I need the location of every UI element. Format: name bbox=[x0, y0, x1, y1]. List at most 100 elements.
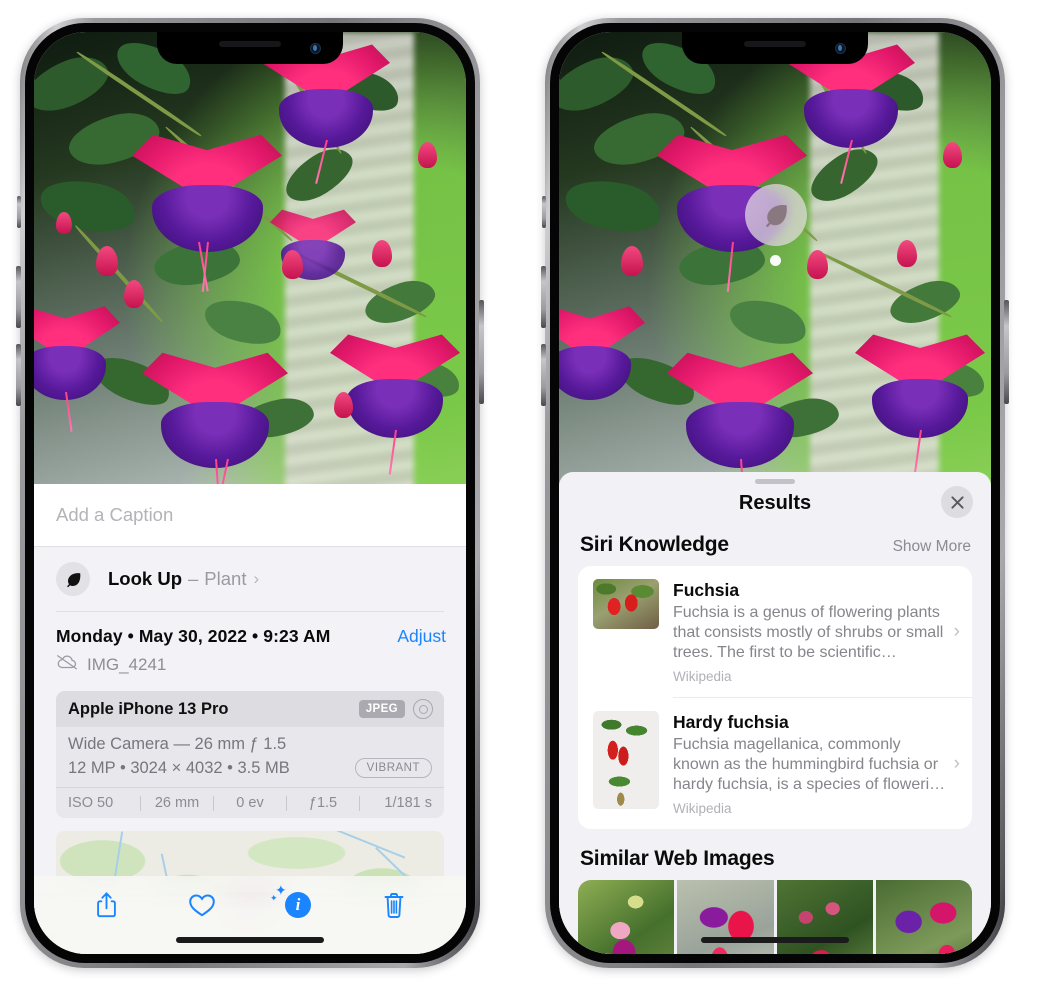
flower-bud bbox=[124, 280, 144, 308]
favorite-button[interactable] bbox=[177, 882, 227, 928]
knowledge-item-fuchsia[interactable]: Fuchsia Fuchsia is a genus of flowering … bbox=[578, 566, 972, 697]
siri-knowledge-title: Siri Knowledge bbox=[580, 533, 729, 556]
leaf-icon bbox=[56, 562, 90, 596]
adjust-button[interactable]: Adjust bbox=[397, 626, 446, 647]
volume-up-button[interactable] bbox=[541, 266, 546, 328]
screen-left: Add a Caption ✦ ✦ Look Up – Plant bbox=[34, 32, 466, 954]
flower-bud bbox=[372, 240, 392, 267]
knowledge-item-title: Hardy fuchsia bbox=[673, 712, 789, 732]
share-button[interactable] bbox=[81, 882, 131, 928]
siri-knowledge-header: Siri Knowledge Show More bbox=[559, 527, 991, 566]
exif-aperture: ƒ1.5 bbox=[308, 795, 338, 811]
flower-bud bbox=[56, 212, 72, 234]
mute-switch[interactable] bbox=[17, 196, 21, 228]
look-up-row[interactable]: ✦ ✦ Look Up – Plant › bbox=[34, 540, 466, 611]
chevron-right-icon: › bbox=[953, 752, 960, 774]
corolla bbox=[34, 346, 106, 400]
exif-card[interactable]: Apple iPhone 13 Pro JPEG Wide Camera — 2… bbox=[56, 691, 444, 818]
info-button[interactable]: ✦ ✦ i bbox=[270, 882, 323, 928]
flower-bud bbox=[96, 246, 118, 276]
image-specs: 12 MP • 3024 × 4032 • 3.5 MB bbox=[68, 758, 290, 777]
flower-bud bbox=[418, 142, 437, 168]
look-up-dash: – bbox=[188, 568, 199, 589]
flower-bud bbox=[807, 250, 828, 279]
screen-right: Results Siri Knowledge Show More Fuchsia… bbox=[559, 32, 991, 954]
results-title: Results bbox=[738, 492, 812, 514]
screenshot-stage: Add a Caption ✦ ✦ Look Up – Plant bbox=[0, 0, 1055, 985]
chevron-right-icon: › bbox=[953, 620, 960, 642]
power-button[interactable] bbox=[1004, 300, 1009, 404]
exif-shutter-speed: 1/181 s bbox=[384, 795, 432, 811]
web-image-4[interactable] bbox=[875, 880, 972, 954]
show-more-button[interactable]: Show More bbox=[893, 538, 971, 556]
fuchsia-blossom bbox=[132, 132, 282, 293]
volume-up-button[interactable] bbox=[16, 266, 21, 328]
visual-look-up-badge[interactable] bbox=[745, 184, 807, 246]
iphone-left-device: Add a Caption ✦ ✦ Look Up – Plant bbox=[16, 18, 484, 968]
power-button[interactable] bbox=[479, 300, 484, 404]
knowledge-item-source: Wikipedia bbox=[673, 801, 732, 816]
delete-button[interactable] bbox=[369, 882, 419, 928]
home-indicator[interactable] bbox=[701, 937, 849, 943]
format-badge: JPEG bbox=[358, 700, 405, 718]
flower-bud bbox=[282, 250, 303, 279]
flower-bud bbox=[334, 392, 353, 418]
close-icon bbox=[950, 495, 964, 509]
file-name: IMG_4241 bbox=[87, 654, 167, 674]
knowledge-item-description: Fuchsia magellanica, commonly known as t… bbox=[673, 736, 946, 793]
caption-input[interactable]: Add a Caption bbox=[56, 504, 446, 526]
similar-web-images-title: Similar Web Images bbox=[580, 847, 775, 870]
fuchsia-blossom bbox=[330, 332, 460, 474]
chevron-right-icon: › bbox=[253, 569, 260, 588]
results-sheet: Results Siri Knowledge Show More Fuchsia… bbox=[559, 472, 991, 954]
look-up-title: Look Up bbox=[108, 568, 182, 589]
corolla bbox=[559, 346, 631, 400]
visual-look-up-indicator-dot bbox=[770, 255, 781, 266]
home-indicator[interactable] bbox=[176, 937, 324, 943]
earpiece-speaker bbox=[219, 41, 281, 47]
sparkle-icon: ✦ bbox=[34, 540, 36, 557]
front-camera bbox=[835, 43, 846, 54]
knowledge-item-description: Fuchsia is a genus of flowering plants t… bbox=[673, 604, 944, 661]
sparkle-icon: ✦ bbox=[270, 893, 278, 903]
exif-exposure-value: 0 ev bbox=[236, 795, 264, 811]
exif-body: Wide Camera — 26 mm ƒ 1.5 12 MP • 3024 ×… bbox=[56, 727, 444, 787]
fuchsia-thumbnail bbox=[593, 579, 659, 629]
volume-down-button[interactable] bbox=[16, 344, 21, 406]
look-up-kind: Plant bbox=[204, 568, 247, 589]
flower-bud bbox=[897, 240, 917, 267]
aperture-icon bbox=[413, 699, 433, 719]
device-bezel: Results Siri Knowledge Show More Fuchsia… bbox=[550, 23, 1000, 963]
photo-date: Monday • May 30, 2022 • 9:23 AM bbox=[56, 626, 331, 646]
knowledge-item-title: Fuchsia bbox=[673, 580, 740, 600]
volume-down-button[interactable] bbox=[541, 344, 546, 406]
leaf-icon bbox=[766, 204, 787, 227]
close-button[interactable] bbox=[941, 486, 973, 518]
knowledge-item-source: Wikipedia bbox=[673, 669, 732, 684]
device-notch bbox=[682, 32, 868, 64]
map-waterway bbox=[326, 831, 406, 859]
fuchsia-blossom bbox=[34, 304, 120, 433]
web-image-1[interactable] bbox=[578, 880, 675, 954]
icloud-slash-icon bbox=[56, 654, 78, 675]
device-notch bbox=[157, 32, 343, 64]
lens-info: Wide Camera — 26 mm ƒ 1.5 bbox=[68, 735, 287, 753]
exif-header: Apple iPhone 13 Pro JPEG bbox=[56, 691, 444, 727]
date-info-block: Monday • May 30, 2022 • 9:23 AM Adjust I… bbox=[34, 612, 466, 687]
exif-iso: ISO 50 bbox=[68, 795, 114, 811]
similar-web-images-header: Similar Web Images bbox=[559, 829, 991, 880]
exif-settings-row: ISO 50 26 mm 0 ev ƒ1.5 1/181 s bbox=[56, 787, 444, 818]
flower-bud bbox=[943, 142, 962, 168]
device-bezel: Add a Caption ✦ ✦ Look Up – Plant bbox=[25, 23, 475, 963]
earpiece-speaker bbox=[744, 41, 806, 47]
siri-knowledge-card: Fuchsia Fuchsia is a genus of flowering … bbox=[578, 566, 972, 829]
iphone-right-device: Results Siri Knowledge Show More Fuchsia… bbox=[541, 18, 1009, 968]
knowledge-item-hardy-fuchsia[interactable]: Hardy fuchsia Fuchsia magellanica, commo… bbox=[578, 698, 972, 829]
results-header: Results bbox=[559, 484, 991, 527]
caption-field-row[interactable]: Add a Caption bbox=[34, 484, 466, 547]
mute-switch[interactable] bbox=[542, 196, 546, 228]
exif-focal-length: 26 mm bbox=[154, 795, 200, 811]
fuchsia-blossom bbox=[667, 350, 813, 509]
info-icon: i bbox=[285, 892, 311, 918]
photographic-style-badge: VIBRANT bbox=[354, 758, 432, 778]
